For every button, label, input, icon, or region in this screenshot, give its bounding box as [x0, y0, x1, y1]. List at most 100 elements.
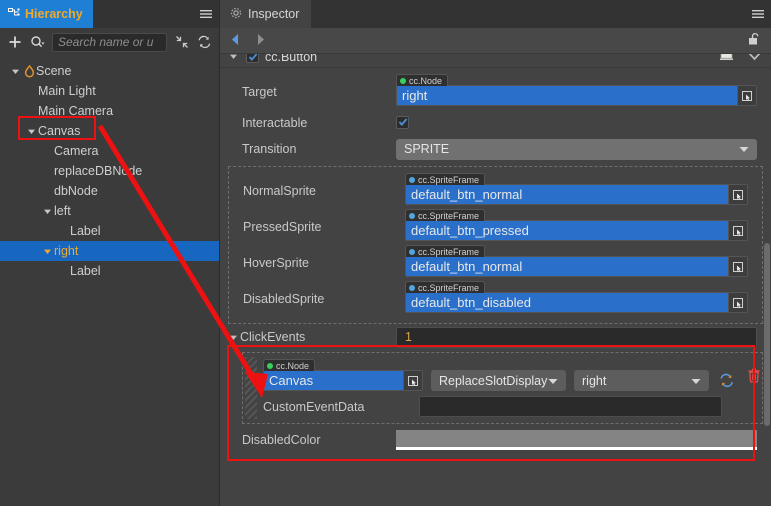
click-events-count-input[interactable]: 1 [396, 326, 757, 348]
search-dropdown-icon[interactable] [29, 33, 46, 51]
tree-item-main-camera[interactable]: Main Camera [0, 101, 219, 121]
component-header-cc-button[interactable]: cc.Button [220, 54, 771, 68]
target-object-field[interactable]: cc.Node right [396, 74, 757, 110]
property-row-hover-sprite: HoverSprite cc.SpriteFrame default_btn_n… [229, 245, 762, 281]
chevron-down-icon [739, 142, 749, 156]
add-node-icon[interactable] [6, 33, 23, 51]
node-picker-icon[interactable] [403, 371, 422, 390]
expand-triangle-icon[interactable] [40, 247, 54, 256]
asset-picker-icon[interactable] [728, 221, 747, 240]
type-tag: cc.Node [396, 74, 449, 86]
transition-select[interactable]: SPRITE [396, 138, 757, 160]
tree-item-label: replaceDBNode [54, 164, 143, 178]
click-events-header[interactable]: ClickEvents 1 [220, 324, 771, 350]
tree-item-right[interactable]: right [0, 241, 219, 261]
property-row-pressed-sprite: PressedSprite cc.SpriteFrame default_btn… [229, 209, 762, 245]
pressedsprite-input[interactable]: default_btn_pressed [405, 220, 748, 241]
inspector-scrollbar[interactable] [764, 108, 770, 506]
component-enabled-checkbox[interactable] [246, 54, 259, 63]
hoversprite-input[interactable]: default_btn_normal [405, 256, 748, 277]
tab-hierarchy[interactable]: Hierarchy [0, 0, 93, 28]
asset-picker-icon[interactable] [728, 185, 747, 204]
type-dot-icon [400, 77, 406, 84]
tree-item-replacedbnode[interactable]: replaceDBNode [0, 161, 219, 181]
type-tag-label: cc.SpriteFrame [418, 174, 480, 185]
tab-inspector-label: Inspector [248, 7, 300, 21]
type-dot-icon [409, 284, 415, 291]
arrow-left-icon[interactable] [230, 33, 241, 49]
hierarchy-tabbar-filler [92, 0, 193, 28]
collapse-all-icon[interactable] [173, 33, 190, 51]
arrow-right-icon[interactable] [255, 33, 266, 49]
hierarchy-icon [8, 7, 20, 22]
expand-triangle-icon[interactable] [226, 333, 240, 342]
tree-item-scene[interactable]: Scene [0, 61, 219, 81]
chevron-down-icon[interactable] [748, 54, 761, 64]
drag-handle[interactable] [245, 357, 257, 419]
sprite-states-group: NormalSprite cc.SpriteFrame default_btn_… [228, 166, 763, 324]
type-tag: cc.SpriteFrame [405, 281, 486, 293]
hierarchy-panel: Hierarchy Search name or u Scene Main Li… [0, 0, 220, 506]
help-book-icon[interactable] [719, 54, 734, 64]
click-event-target-field[interactable]: cc.Node Canvas [263, 359, 423, 392]
expand-triangle-icon[interactable] [226, 54, 240, 61]
target-input[interactable]: right [396, 85, 757, 106]
type-tag: cc.SpriteFrame [405, 209, 486, 221]
type-tag: cc.Node [263, 359, 316, 371]
type-dot-icon [267, 362, 273, 369]
expand-triangle-icon[interactable] [40, 207, 54, 216]
tree-item-left[interactable]: left [0, 201, 219, 221]
tree-item-right-label[interactable]: Label [0, 261, 219, 281]
normalsprite-object-field[interactable]: cc.SpriteFrame default_btn_normal [405, 173, 748, 209]
lock-open-icon[interactable] [747, 32, 761, 49]
expand-triangle-icon[interactable] [24, 127, 38, 136]
click-event-target-value: Canvas [269, 373, 314, 388]
tree-item-camera[interactable]: Camera [0, 141, 219, 161]
tree-item-label: Canvas [38, 124, 81, 138]
refresh-icon[interactable] [196, 33, 213, 51]
normalsprite-input[interactable]: default_btn_normal [405, 184, 748, 205]
search-input-wrapper[interactable] [52, 32, 167, 52]
click-event-entry: cc.Node Canvas ReplaceSlotDisplay right … [242, 352, 763, 424]
expand-triangle-icon[interactable] [8, 67, 22, 76]
asset-picker-icon[interactable] [728, 257, 747, 276]
inspector-menu-icon[interactable] [745, 0, 771, 28]
hierarchy-menu-icon[interactable] [193, 0, 219, 28]
disabled-color-swatch[interactable] [396, 430, 757, 450]
inspector-tabbar: Inspector [220, 0, 771, 28]
pressedsprite-object-field[interactable]: cc.SpriteFrame default_btn_pressed [405, 209, 748, 245]
tab-inspector[interactable]: Inspector [220, 0, 312, 28]
property-label-interactable: Interactable [242, 116, 308, 130]
type-dot-icon [409, 248, 415, 255]
disabledsprite-input[interactable]: default_btn_disabled [405, 292, 748, 313]
click-event-component-select[interactable]: ReplaceSlotDisplay [431, 370, 566, 391]
inspector-tabbar-filler [311, 0, 745, 28]
click-event-delete-icon[interactable] [744, 365, 764, 385]
custom-event-data-input[interactable] [419, 396, 722, 417]
tree-item-left-label[interactable]: Label [0, 221, 219, 241]
gear-icon [230, 7, 242, 22]
disabledsprite-object-field[interactable]: cc.SpriteFrame default_btn_disabled [405, 281, 748, 317]
pressedsprite-value: default_btn_pressed [411, 223, 529, 238]
tree-item-canvas[interactable]: Canvas [0, 121, 219, 141]
chevron-down-icon [691, 374, 701, 388]
scrollbar-thumb[interactable] [764, 243, 770, 427]
click-event-refresh-icon[interactable] [717, 371, 737, 391]
click-event-target-input[interactable]: Canvas [263, 370, 423, 391]
search-input[interactable] [58, 35, 161, 49]
tree-item-dbnode[interactable]: dbNode [0, 181, 219, 201]
property-label-hoversprite: HoverSprite [243, 256, 309, 270]
inspector-content: cc.Button Target cc.Node right Interacta… [220, 54, 771, 506]
hoversprite-object-field[interactable]: cc.SpriteFrame default_btn_normal [405, 245, 748, 281]
tree-item-label: dbNode [54, 184, 98, 198]
hierarchy-tree[interactable]: Scene Main Light Main Camera Canvas Came… [0, 56, 219, 506]
inspector-navbar [220, 28, 771, 54]
node-picker-icon[interactable] [737, 86, 756, 105]
asset-picker-icon[interactable] [728, 293, 747, 312]
click-event-handler-select[interactable]: right [574, 370, 709, 391]
interactable-checkbox[interactable] [396, 115, 409, 129]
custom-event-data-label: CustomEventData [263, 399, 365, 414]
tree-item-main-light[interactable]: Main Light [0, 81, 219, 101]
hierarchy-tabbar: Hierarchy [0, 0, 219, 28]
tree-item-label: Camera [54, 144, 99, 158]
